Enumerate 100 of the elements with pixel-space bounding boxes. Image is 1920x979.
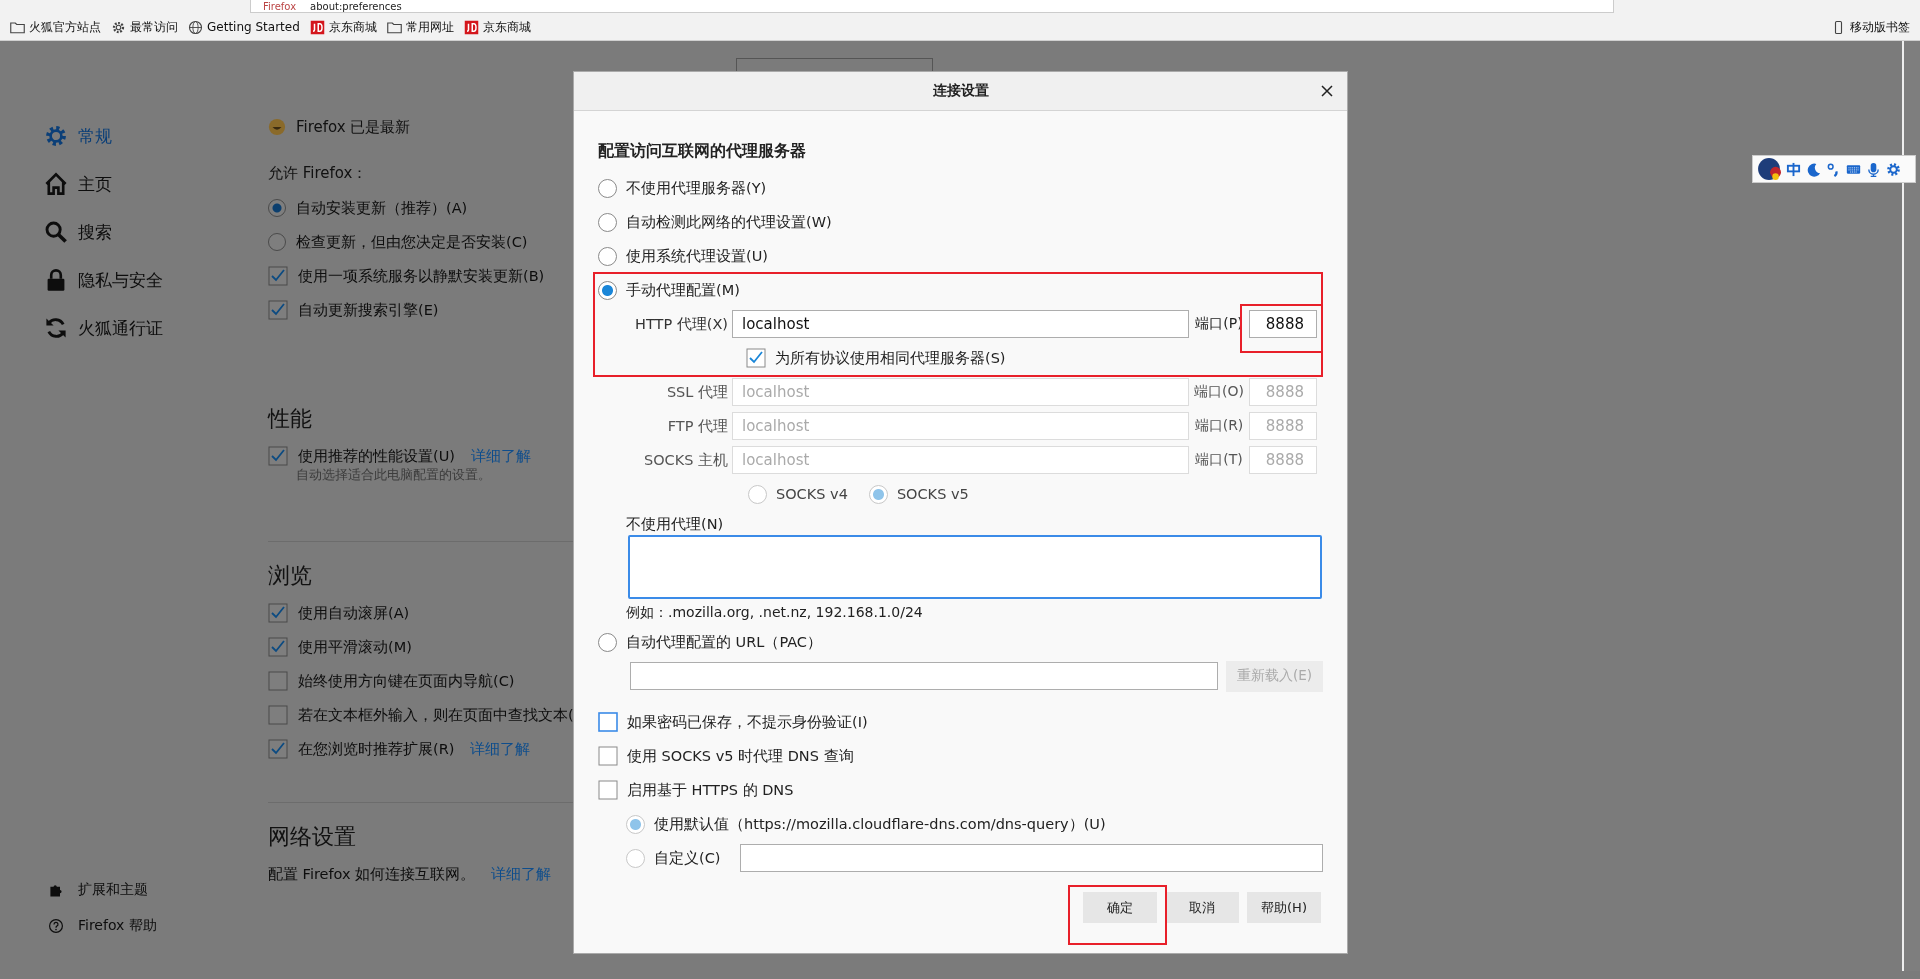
sidebar-item[interactable]: 常规 [44, 123, 268, 149]
option-label: 使用系统代理设置(U) [626, 246, 768, 266]
setting-text: 配置 Firefox 如何连接互联网。 [268, 864, 476, 884]
radio-button[interactable] [598, 280, 617, 300]
option-label: 不使用代理服务器(Y) [626, 178, 767, 198]
field-label: 端口(T) [1194, 451, 1244, 469]
bookmark-item[interactable]: 常用网址 [386, 18, 454, 36]
microphone-icon[interactable] [1866, 161, 1881, 177]
option-label: 使用自动滚屏(A) [298, 603, 410, 623]
field-label: 端口(O) [1193, 383, 1245, 401]
checkbox[interactable] [268, 705, 288, 725]
checkbox[interactable] [598, 712, 618, 732]
option-label: 手动代理配置(M) [626, 280, 740, 300]
hint-text: 例如：.mozilla.org, .net.nz, 192.168.1.0/24 [625, 603, 924, 622]
option-label: 使用平滑滚动(M) [298, 637, 412, 657]
option-label: 自动安装更新（推荐）(A) [296, 198, 468, 218]
bookmark-item[interactable]: Getting Started [188, 19, 300, 35]
radio-button[interactable] [598, 632, 617, 652]
checkbox[interactable] [268, 739, 288, 759]
settings-icon[interactable] [1886, 161, 1901, 177]
sidebar-item[interactable]: 主页 [44, 171, 268, 197]
punctuation-icon[interactable] [1826, 161, 1841, 177]
no-proxy-textarea[interactable] [628, 535, 1322, 599]
help-icon [48, 918, 64, 934]
field-label: 端口(R) [1193, 417, 1245, 435]
option-label: 使用一项系统服务以静默安装更新(B) [298, 266, 545, 286]
option-label: 为所有协议使用相同代理服务器(S) [775, 348, 1006, 368]
gear-icon [44, 124, 68, 148]
sidebar-item[interactable]: 火狐通行证 [44, 315, 268, 341]
folder-icon [386, 19, 402, 35]
checkbox[interactable] [598, 746, 618, 766]
option-label: 如果密码已保存，不提示身份验证(I) [627, 712, 868, 732]
ok-button[interactable]: 确定 [1083, 892, 1157, 923]
puzzle-icon [48, 882, 64, 898]
sidebar-link[interactable]: Firefox 帮助 [44, 917, 268, 935]
checkbox[interactable] [268, 446, 288, 466]
bookmark-item[interactable]: 京东商城 [463, 18, 531, 36]
ime-logo-icon[interactable] [1757, 157, 1781, 181]
field-label: FTP 代理 [666, 416, 729, 436]
url-text: about:preferences [310, 1, 402, 12]
option-label: 自动代理配置的 URL（PAC） [626, 632, 822, 652]
radio-button[interactable] [598, 178, 617, 198]
search-icon [44, 220, 68, 244]
option-label: 启用基于 HTTPS 的 DNS [627, 780, 794, 800]
sidebar-link[interactable]: 扩展和主题 [44, 881, 268, 899]
section-heading: 浏览 [268, 562, 313, 590]
checkbox[interactable] [598, 780, 618, 800]
radio-button[interactable] [268, 199, 286, 217]
option-label: 使用默认值（https://mozilla.cloudflare-dns.com/dns-query）(U) [654, 814, 1106, 834]
checkbox[interactable] [746, 348, 766, 368]
option-label: 在您浏览时推荐扩展(R) [298, 739, 455, 759]
dialog-title: 连接设置 [932, 82, 989, 100]
host-field[interactable]: localhost [732, 310, 1189, 338]
section-heading: 网络设置 [268, 823, 357, 851]
bookmark-item[interactable]: 移动版书签 [1831, 18, 1910, 36]
option-label: 自动更新搜索引擎(E) [298, 300, 439, 320]
option-label: 始终使用方向键在页面内导航(C) [298, 671, 515, 691]
cancel-button[interactable]: 取消 [1165, 892, 1239, 923]
checkbox[interactable] [268, 266, 288, 286]
smiley-icon [268, 118, 286, 136]
option-label: SOCKS v5 [896, 486, 969, 502]
field-label: SSL 代理 [665, 382, 729, 402]
identity-label: Firefox [263, 1, 297, 12]
option-label: SOCKS v4 [776, 486, 848, 502]
url-field[interactable] [630, 662, 1219, 690]
port-field[interactable]: 8888 [1249, 310, 1317, 338]
checkbox[interactable] [268, 300, 288, 320]
help-button[interactable]: 帮助(H) [1247, 892, 1321, 923]
chinese-mode-icon[interactable] [1786, 161, 1801, 177]
sidebar-item[interactable]: 隐私与安全 [44, 267, 268, 293]
moon-icon[interactable] [1806, 161, 1821, 177]
close-icon[interactable] [1321, 85, 1333, 97]
dialog-heading: 配置访问互联网的代理服务器 [598, 141, 807, 162]
bookmark-item[interactable]: 最常访问 [111, 18, 178, 36]
bookmark-item[interactable]: 京东商城 [309, 18, 377, 36]
option-label: 自定义(C) [654, 848, 721, 868]
radio-button[interactable] [598, 212, 617, 232]
option-label: 若在文本框外输入，则在页面中查找文本( [298, 705, 574, 725]
gear-icon [111, 19, 126, 35]
address-bar[interactable]: Firefox about:preferences [250, 0, 1614, 13]
checkbox[interactable] [268, 671, 288, 691]
checkbox[interactable] [268, 637, 288, 657]
radio-button[interactable] [598, 246, 617, 266]
shop-logo-icon [309, 19, 325, 35]
section-heading: 性能 [268, 405, 313, 433]
home-icon [44, 172, 68, 196]
folder-icon [10, 19, 25, 35]
setting-label: 允许 Firefox： [268, 163, 369, 184]
status-text: Firefox 已是最新 [296, 117, 411, 137]
setting-note: 自动选择适合此电脑配置的设置。 [295, 467, 492, 484]
checkbox[interactable] [268, 603, 288, 623]
url-field[interactable] [740, 844, 1323, 872]
option-label: 使用 SOCKS v5 时代理 DNS 查询 [627, 746, 854, 766]
globe-icon [188, 19, 203, 35]
sidebar-item[interactable]: 搜索 [44, 219, 268, 245]
option-label: 自动检测此网络的代理设置(W) [626, 212, 832, 232]
field-label: SOCKS 主机 [642, 450, 729, 470]
field-label: HTTP 代理(X) [634, 314, 729, 334]
radio-button[interactable] [268, 233, 286, 251]
bookmark-item[interactable]: 火狐官方站点 [10, 18, 101, 36]
